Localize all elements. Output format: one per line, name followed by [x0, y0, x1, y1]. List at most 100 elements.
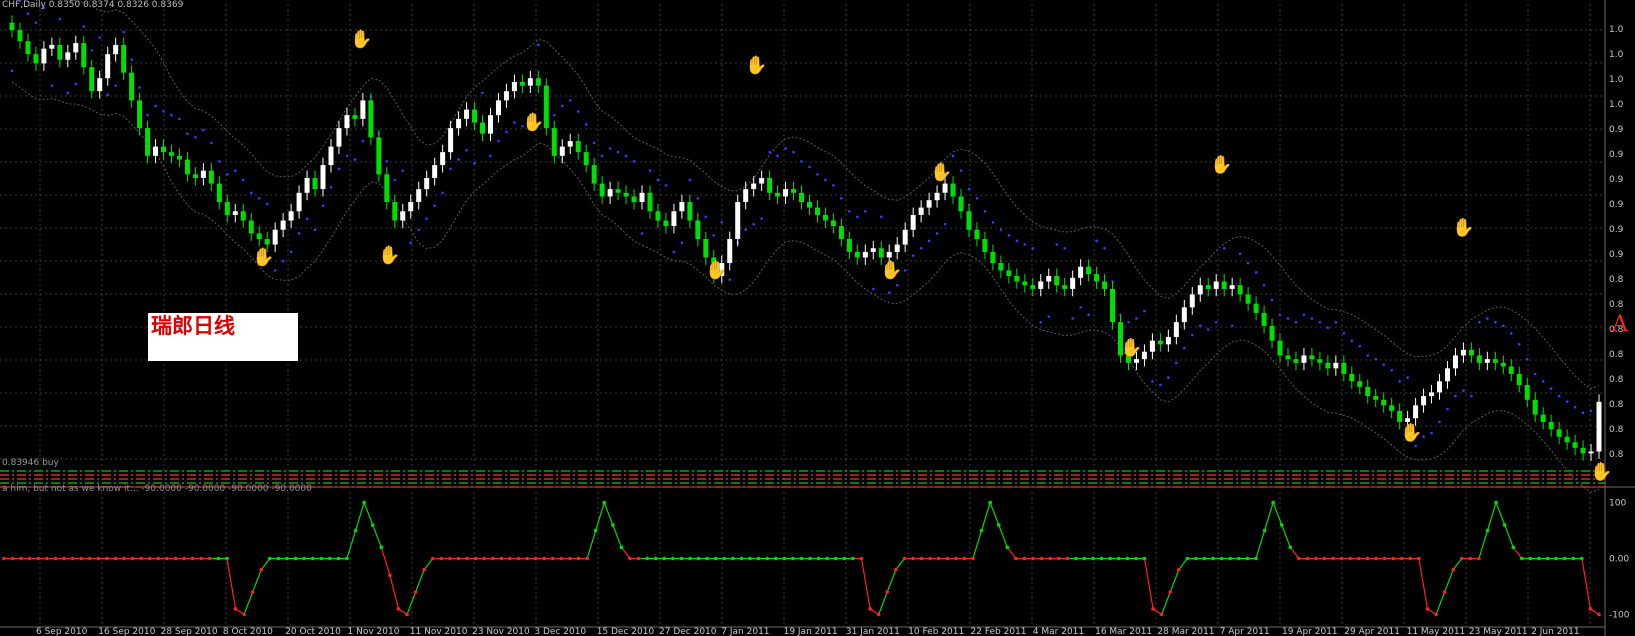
sar-dot	[1302, 313, 1306, 317]
sar-dot	[218, 160, 221, 163]
sar-dot	[66, 91, 70, 95]
candle-body	[791, 189, 797, 193]
sar-dot	[106, 93, 109, 97]
osc-dot	[756, 556, 761, 561]
sar-dot	[273, 269, 277, 272]
sar-dot	[26, 12, 30, 15]
candle-body	[599, 183, 605, 197]
sar-dot	[1063, 246, 1066, 250]
candle-body	[97, 78, 103, 92]
candle-body	[902, 229, 908, 245]
candle-body	[830, 220, 836, 227]
candle-body	[1580, 447, 1586, 454]
osc-dot	[1502, 523, 1507, 527]
sar-dot	[1286, 317, 1290, 320]
candle-body	[400, 211, 406, 221]
candle-body	[1429, 392, 1435, 397]
sar-dot	[1350, 339, 1354, 342]
date-tick-label: 29 Apr 2011	[1344, 627, 1400, 636]
osc-dot	[1391, 556, 1395, 561]
osc-dot	[1477, 556, 1481, 561]
sar-dot	[146, 113, 149, 117]
candle-body	[1173, 322, 1179, 337]
osc-tick-label: 0.00	[1609, 555, 1629, 565]
sar-dot	[1446, 407, 1449, 411]
candle-body	[368, 100, 374, 138]
osc-dot	[782, 556, 787, 561]
candle-body	[137, 100, 143, 129]
sar-dot	[457, 158, 460, 161]
candle-body	[232, 211, 238, 215]
sar-dot	[887, 291, 891, 294]
candle-body	[73, 43, 79, 53]
candle-body	[1141, 351, 1147, 360]
sar-dot	[1167, 376, 1170, 379]
osc-segment	[1263, 502, 1274, 531]
sar-dot	[1318, 320, 1322, 324]
candle-body	[200, 170, 206, 179]
sar-dot	[1502, 324, 1505, 328]
sar-dot	[903, 269, 907, 272]
candle-body	[838, 226, 844, 239]
osc-segment	[1435, 591, 1446, 615]
osc-dot	[585, 556, 589, 561]
candle-body	[1365, 386, 1371, 397]
sar-dot	[959, 169, 963, 172]
sar-dot	[58, 17, 62, 21]
sell-signal-marker: ✋	[522, 111, 544, 133]
osc-dot	[362, 500, 366, 505]
buy-signal-marker: ✋	[378, 244, 400, 266]
osc-dot	[1554, 556, 1558, 561]
date-tick-label: 1 Nov 2010	[348, 627, 400, 636]
candle-body	[248, 220, 254, 234]
osc-dot	[1254, 556, 1258, 561]
candle-body	[1213, 281, 1219, 289]
osc-segment	[380, 547, 391, 576]
candle-body	[703, 239, 709, 258]
osc-dot	[1339, 556, 1344, 561]
osc-dot	[1262, 528, 1267, 533]
candle-body	[751, 183, 757, 190]
osc-segment	[1486, 502, 1497, 531]
osc-dot	[1322, 556, 1327, 561]
candle-body	[1133, 359, 1139, 363]
sar-dot	[840, 197, 843, 200]
osc-dot	[1511, 545, 1516, 550]
sar-dot	[385, 160, 389, 163]
candle-body	[647, 192, 653, 212]
osc-dot	[147, 556, 152, 561]
candle-body	[1468, 349, 1474, 356]
date-tick-label: 23 Nov 2010	[472, 627, 530, 636]
sell-signal-marker: ✋	[745, 54, 767, 76]
sar-dot	[337, 167, 341, 171]
candle-body	[424, 178, 430, 190]
price-tick-label: 0.9	[1609, 250, 1624, 260]
candle-body	[1413, 405, 1419, 419]
osc-segment	[595, 502, 605, 531]
candle-body	[663, 220, 669, 227]
candle-body	[1452, 355, 1458, 369]
candle-body	[1373, 396, 1379, 400]
sar-dot	[10, 69, 14, 73]
osc-dot	[559, 556, 564, 561]
osc-dot	[490, 556, 495, 561]
sar-dot	[401, 169, 405, 172]
osc-segment	[860, 558, 871, 609]
sar-dot	[848, 209, 851, 213]
sar-dot	[1294, 320, 1298, 324]
osc-segment	[1495, 502, 1506, 526]
candle-body	[1564, 436, 1570, 443]
osc-dot	[1528, 556, 1533, 561]
osc-segment	[1006, 546, 1017, 559]
date-tick-label: 7 Apr 2011	[1220, 627, 1270, 636]
sar-dot	[257, 197, 261, 200]
sar-dot	[1103, 246, 1106, 250]
sar-dot	[1095, 239, 1098, 243]
osc-dot	[1425, 607, 1430, 611]
candle-body	[671, 211, 677, 227]
osc-dot	[1022, 556, 1027, 561]
osc-dot	[388, 573, 392, 578]
candle-body	[81, 43, 87, 68]
price-tick-label: 1.0	[1609, 50, 1624, 60]
osc-dot	[328, 556, 332, 561]
